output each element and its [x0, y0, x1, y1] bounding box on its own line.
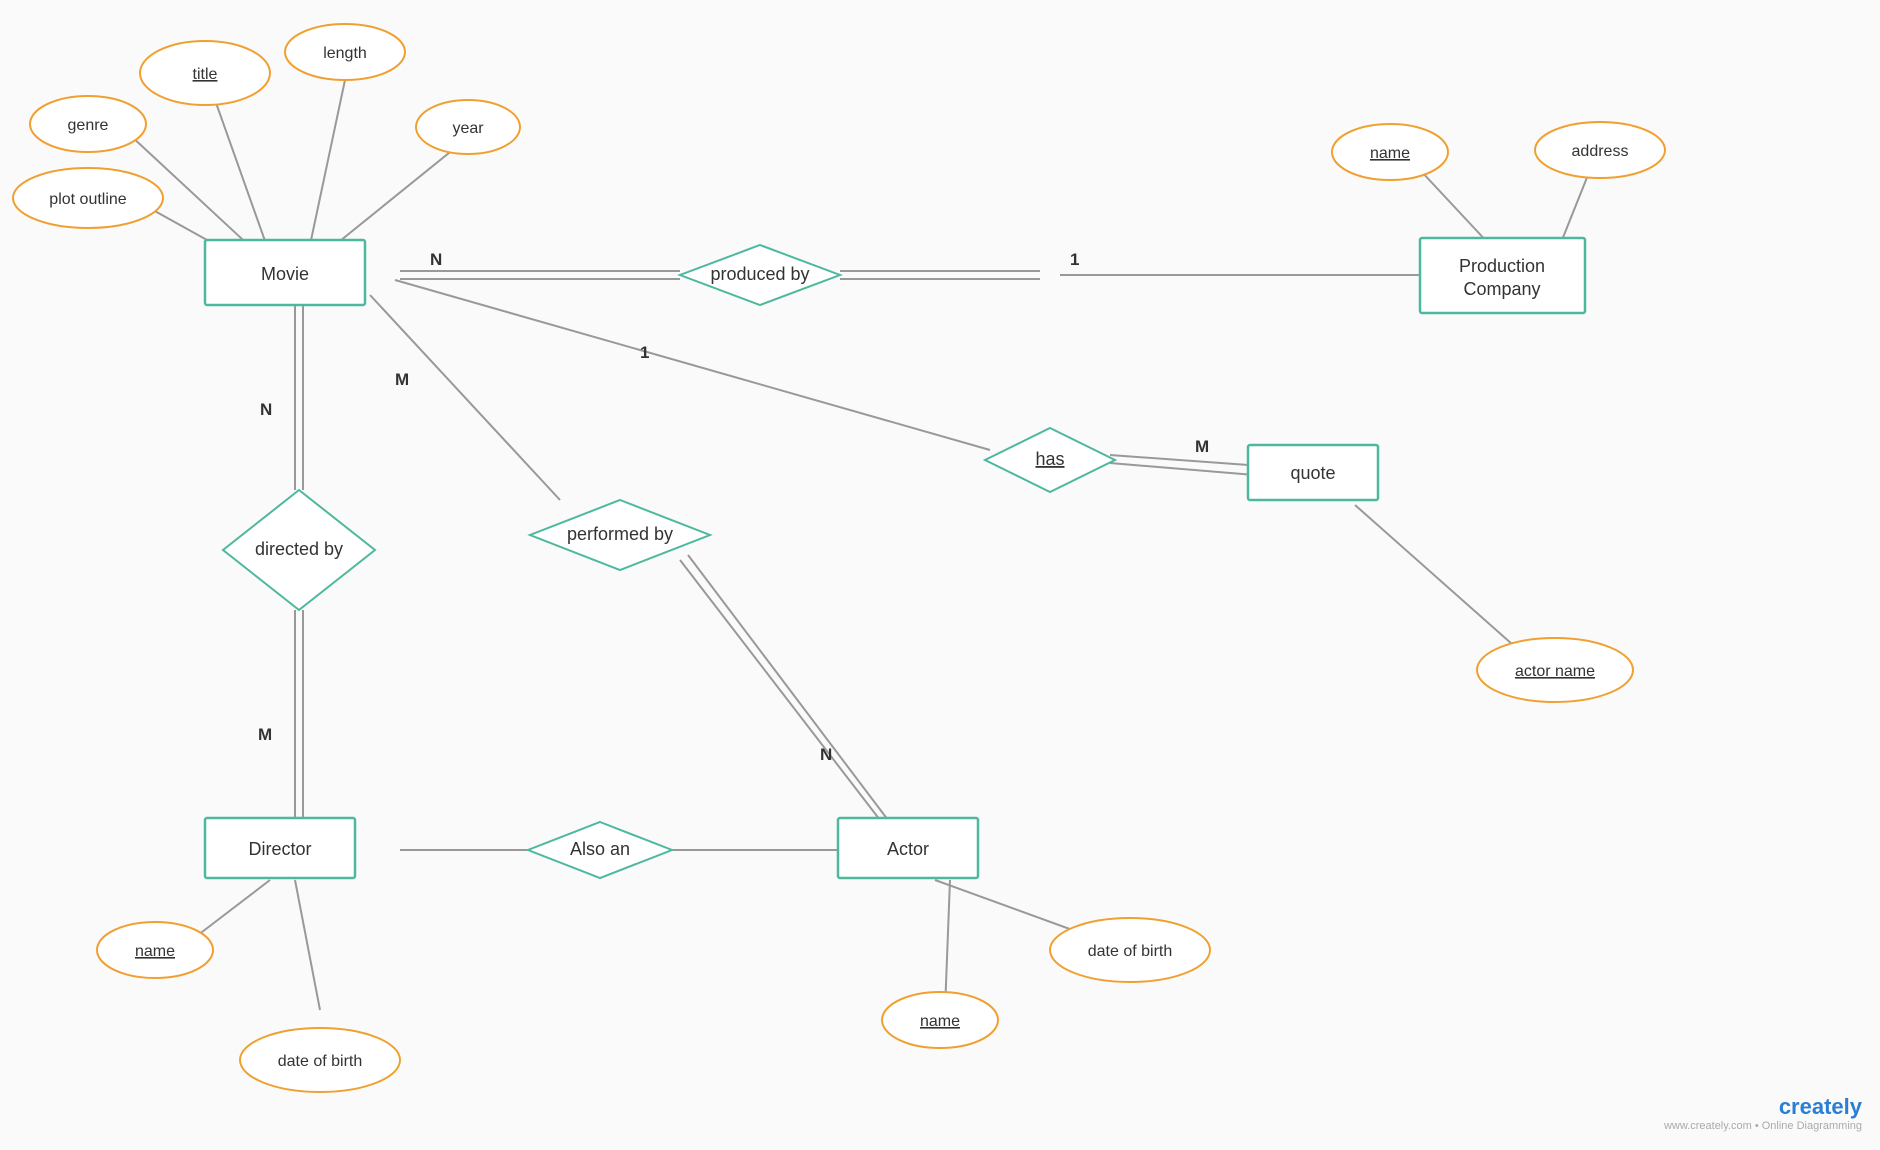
card-quote-has-m: M [1195, 437, 1209, 456]
attr-prod-address-label: address [1572, 143, 1629, 160]
entity-prodcomp-label2: Company [1463, 279, 1540, 299]
relation-has-label: has [1035, 449, 1064, 469]
attr-title-label: title [193, 66, 218, 83]
attr-genre-label: genre [68, 117, 109, 134]
card-movie-produced-n: N [430, 250, 442, 269]
card-actor-performed-n: N [820, 745, 832, 764]
relation-alsoan-label: Also an [570, 839, 630, 859]
relation-produced-label: produced by [710, 264, 809, 284]
entity-actor-label: Actor [887, 839, 929, 859]
line-performed-actor1 [680, 560, 880, 820]
attr-actor-name2-label: name [920, 1013, 960, 1030]
entity-prodcomp-label1: Production [1459, 256, 1545, 276]
attr-length-label: length [323, 45, 367, 62]
creately-brand: creately [1664, 1094, 1862, 1120]
attr-actor-name-label: actor name [1515, 663, 1595, 680]
line-performed-actor2 [688, 555, 888, 820]
line-actor-name [945, 880, 950, 1010]
line-quote-actorname [1355, 505, 1530, 660]
creately-tagline: www.creately.com • Online Diagramming [1664, 1120, 1862, 1132]
attr-director-name-label: name [135, 943, 175, 960]
entity-director-label: Director [248, 839, 311, 859]
attr-actor-dob-label: date of birth [1088, 943, 1173, 960]
card-movie-has-1: 1 [640, 343, 649, 362]
line-movie-title [215, 100, 270, 255]
attr-year-label: year [452, 120, 484, 137]
relation-performed-label: performed by [567, 524, 673, 544]
attr-prod-name-label: name [1370, 145, 1410, 162]
attr-plot-label: plot outline [49, 191, 126, 208]
relation-directed-label: directed by [255, 539, 343, 559]
line-movie-length [310, 80, 345, 245]
line-director-dob [295, 880, 320, 1010]
line-movie-year [335, 140, 465, 245]
entity-movie-label: Movie [261, 264, 309, 284]
line-prodcomp-address [1560, 170, 1590, 245]
card-movie-performed-m: M [395, 370, 409, 389]
line-movie-has [395, 280, 990, 450]
card-prodcomp-produced-1: 1 [1070, 250, 1079, 269]
card-director-directed-m: M [258, 725, 272, 744]
creately-logo: creately www.creately.com • Online Diagr… [1664, 1094, 1862, 1132]
line-prodcomp-name [1420, 170, 1490, 245]
line-movie-performed [370, 295, 560, 500]
entity-quote-label: quote [1290, 463, 1335, 483]
attr-director-dob-label: date of birth [278, 1053, 363, 1070]
card-movie-directed-n: N [260, 400, 272, 419]
